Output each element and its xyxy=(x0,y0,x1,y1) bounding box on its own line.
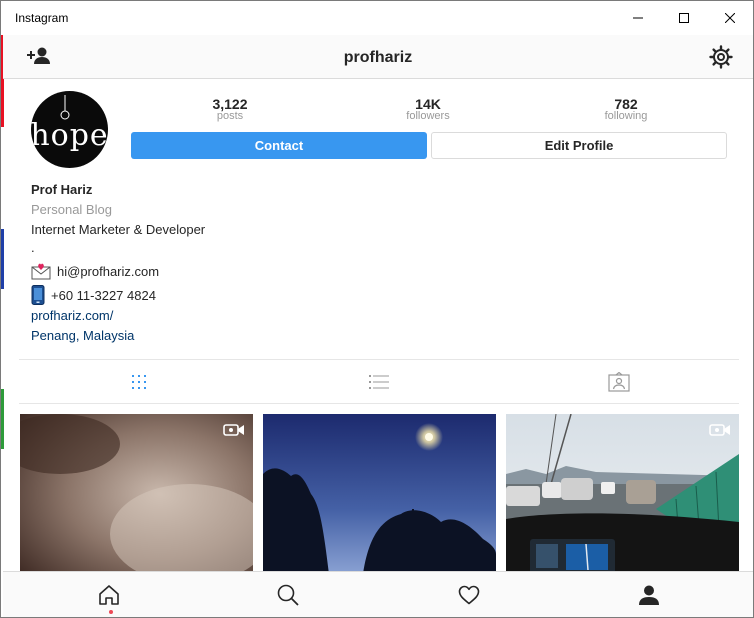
profile-username: profhariz xyxy=(343,49,413,66)
edit-profile-button[interactable]: Edit Profile xyxy=(431,132,727,159)
app-window: Instagram profhariz hope 3,122 posts 14K… xyxy=(0,0,754,618)
tab-list[interactable] xyxy=(367,372,391,392)
post-tile-3[interactable] xyxy=(506,414,739,574)
close-button[interactable] xyxy=(707,1,753,35)
maximize-icon xyxy=(679,13,689,23)
profile-description: Internet Marketer & Developer xyxy=(31,222,206,237)
window-title: Instagram xyxy=(15,11,69,25)
profile-website-link[interactable]: profhariz.com/ xyxy=(31,308,113,323)
svg-text:hope: hope xyxy=(31,118,108,153)
minimize-icon xyxy=(633,17,643,19)
settings-button[interactable] xyxy=(709,45,733,74)
love-letter-icon xyxy=(31,263,51,280)
tagged-icon xyxy=(608,372,630,392)
profile-email-row: hi@profhariz.com xyxy=(31,262,159,280)
profile-icon xyxy=(639,585,659,605)
app-header: profhariz xyxy=(3,35,753,79)
stat-followers-value: 14K xyxy=(415,96,441,112)
search-icon xyxy=(277,584,299,606)
close-icon xyxy=(725,13,735,23)
contact-button[interactable]: Contact xyxy=(131,132,427,159)
tab-tagged[interactable] xyxy=(607,372,631,392)
profile-phone[interactable]: +60 11-3227 4824 xyxy=(51,288,156,303)
stat-posts-label: posts xyxy=(216,110,244,122)
grid-icon xyxy=(132,375,146,389)
stat-following[interactable]: 782 following xyxy=(566,96,686,122)
video-badge xyxy=(223,422,245,443)
nav-activity[interactable] xyxy=(456,582,482,608)
desktop-edge-green xyxy=(1,389,4,449)
post-tile-1[interactable] xyxy=(20,414,253,574)
nav-home[interactable] xyxy=(96,582,122,608)
maximize-button[interactable] xyxy=(661,1,707,35)
nav-search[interactable] xyxy=(275,582,301,608)
post-image-fog xyxy=(20,414,253,574)
minimize-button[interactable] xyxy=(615,1,661,35)
video-camera-icon xyxy=(223,424,244,436)
nav-profile[interactable] xyxy=(636,582,662,608)
stat-posts: 3,122 posts xyxy=(170,96,290,122)
post-image-moon xyxy=(263,414,496,574)
hope-logo: hope xyxy=(31,95,108,153)
stat-posts-value: 3,122 xyxy=(212,96,248,112)
video-camera-icon xyxy=(709,424,730,436)
stat-followers-label: followers xyxy=(406,110,450,122)
avatar[interactable]: hope xyxy=(31,91,108,168)
profile-dot-line: . xyxy=(31,240,35,255)
video-badge xyxy=(709,422,731,443)
notification-dot xyxy=(109,610,113,614)
profile-email[interactable]: hi@profhariz.com xyxy=(57,264,159,279)
desktop-edge-blue xyxy=(1,229,4,289)
tab-grid[interactable] xyxy=(127,372,151,392)
stat-followers[interactable]: 14K followers xyxy=(368,96,488,122)
stat-following-value: 782 xyxy=(614,96,638,112)
title-bar: Instagram xyxy=(1,1,753,35)
profile-name: Prof Hariz xyxy=(31,182,93,197)
profile-phone-row: +60 11-3227 4824 xyxy=(31,285,156,305)
home-icon xyxy=(99,585,119,605)
list-icon xyxy=(369,375,389,389)
bottom-navigation xyxy=(3,571,753,617)
stat-following-label: following xyxy=(604,110,648,122)
profile-location-link[interactable]: Penang, Malaysia xyxy=(31,328,134,343)
profile-tabs xyxy=(19,359,739,404)
post-tile-2[interactable] xyxy=(263,414,496,574)
post-image-bridge-traffic xyxy=(506,414,739,574)
mobile-phone-icon xyxy=(31,285,45,305)
heart-icon xyxy=(458,585,480,605)
gear-icon xyxy=(709,45,733,69)
profile-category: Personal Blog xyxy=(31,202,112,217)
